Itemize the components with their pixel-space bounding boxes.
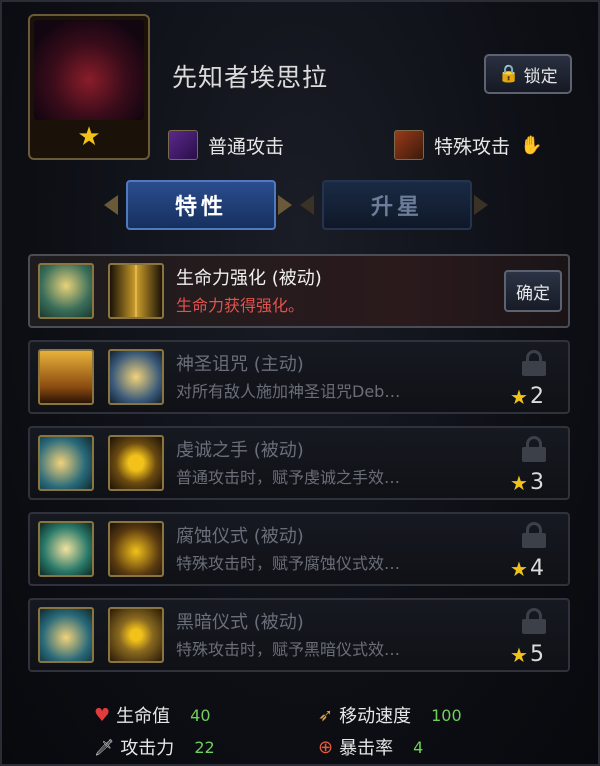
stat-speed: ➶ 移动速度 100 — [318, 702, 462, 728]
trait-row-vitality[interactable]: 生命力强化 (被动) 生命力获得强化。 确定 — [28, 254, 570, 328]
fist-icon — [108, 607, 164, 663]
tab-traits[interactable]: 特性 — [126, 180, 276, 230]
tab-star-upgrade[interactable]: 升星 — [322, 180, 472, 230]
padlock-icon — [522, 436, 546, 462]
trait-name: 黑暗仪式 (被动) — [176, 612, 304, 633]
stat-label: 暴击率 — [339, 738, 394, 759]
trait-description: 对所有敌人施加神圣诅咒Deb… — [176, 382, 401, 401]
claw-icon — [394, 130, 424, 160]
head-silhouette-icon — [38, 607, 94, 663]
feather-icon — [168, 130, 198, 160]
special-attack-label: 特殊攻击 — [434, 135, 511, 158]
star-requirement: ★ 4 — [510, 556, 544, 581]
star-requirement: ★ 5 — [510, 642, 544, 667]
character-portrait[interactable]: ★ — [28, 14, 150, 160]
special-attack[interactable]: 特殊攻击 ✋ — [394, 130, 542, 160]
trait-description: 普通攻击时，赋予虔诚之手效… — [176, 468, 401, 487]
stat-label: 生命值 — [116, 706, 171, 727]
holy-burst-icon — [108, 349, 164, 405]
character-name: 先知者埃思拉 — [172, 63, 329, 92]
portrait-star-rating: ★ — [77, 122, 101, 152]
trait-row-holy-curse[interactable]: 神圣诅咒 (主动) 对所有敌人施加神圣诅咒Deb… ★ 2 — [28, 340, 570, 414]
stat-value: 4 — [413, 737, 424, 757]
character-art — [34, 20, 144, 120]
crosshair-icon: ⊕ — [318, 736, 334, 758]
character-panel: ★ 先知者埃思拉 🔒 锁定 普通攻击 特殊攻击 ✋ 特性 升星 生命力强化 (被… — [0, 0, 600, 766]
star-icon: ★ — [510, 470, 528, 495]
lock-button[interactable]: 🔒 锁定 — [484, 54, 572, 94]
tab-arrow-left-icon — [104, 195, 118, 215]
winged-boot-icon: ➶ — [318, 704, 334, 726]
stat-crit: ⊕ 暴击率 4 — [318, 734, 423, 760]
sword-icon: 🗡 — [94, 737, 115, 757]
trait-row-dark-ritual[interactable]: 黑暗仪式 (被动) 特殊攻击时，赋予黑暗仪式效… ★ 5 — [28, 598, 570, 672]
heart-figure-icon — [38, 263, 94, 319]
star-icon: ★ — [510, 384, 528, 409]
trait-description: 生命力获得强化。 — [176, 296, 305, 315]
tab-arrow-left-icon — [300, 195, 314, 215]
tab-arrow-right-icon — [474, 195, 488, 215]
swirl-icon — [108, 435, 164, 491]
skull-icon — [38, 521, 94, 577]
star-icon: ★ — [510, 556, 528, 581]
trait-name: 虔诚之手 (被动) — [176, 440, 304, 461]
stat-value: 22 — [194, 737, 215, 757]
stat-label: 移动速度 — [339, 706, 412, 727]
stat-hp: ♥ 生命值 40 — [94, 702, 211, 728]
trait-name: 腐蚀仪式 (被动) — [176, 526, 304, 547]
star-requirement: ★ 3 — [510, 470, 544, 495]
stat-value: 100 — [431, 705, 462, 725]
confirm-button[interactable]: 确定 — [504, 270, 562, 312]
padlock-icon — [522, 350, 546, 376]
normal-attack[interactable]: 普通攻击 — [168, 130, 284, 160]
dark-burst-icon — [108, 521, 164, 577]
padlock-icon — [522, 522, 546, 548]
pointing-hand-icon: ✋ — [520, 134, 543, 156]
trait-row-corrosion-ritual[interactable]: 腐蚀仪式 (被动) 特殊攻击时，赋予腐蚀仪式效… ★ 4 — [28, 512, 570, 586]
star-requirement: ★ 2 — [510, 384, 544, 409]
stat-label: 攻击力 — [120, 738, 175, 759]
stat-value: 40 — [190, 705, 211, 725]
trait-row-pious-hand[interactable]: 虔诚之手 (被动) 普通攻击时，赋予虔诚之手效… ★ 3 — [28, 426, 570, 500]
trait-description: 特殊攻击时，赋予黑暗仪式效… — [176, 640, 401, 659]
trait-name: 生命力强化 (被动) — [176, 268, 322, 289]
grasping-hand-icon — [38, 435, 94, 491]
trait-name: 神圣诅咒 (主动) — [176, 354, 304, 375]
fire-figure-icon — [38, 349, 94, 405]
normal-attack-label: 普通攻击 — [208, 135, 285, 158]
sword-icon — [108, 263, 164, 319]
lock-icon: 🔒 — [498, 64, 520, 84]
stat-attack: 🗡 攻击力 22 — [94, 734, 215, 760]
heart-icon: ♥ — [94, 704, 111, 726]
tab-arrow-right-icon — [278, 195, 292, 215]
trait-description: 特殊攻击时，赋予腐蚀仪式效… — [176, 554, 401, 573]
star-icon: ★ — [510, 642, 528, 667]
padlock-icon — [522, 608, 546, 634]
lock-button-label: 锁定 — [523, 66, 558, 87]
